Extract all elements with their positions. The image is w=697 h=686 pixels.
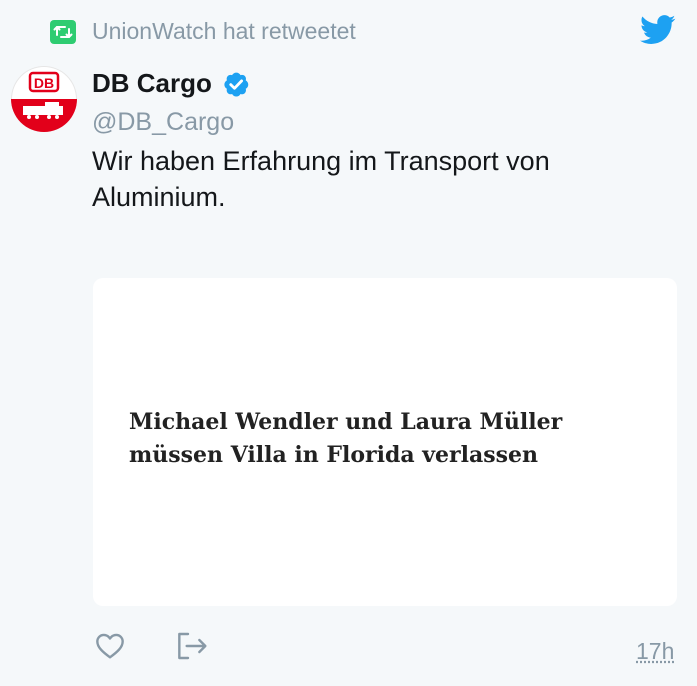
tweet-text: Wir haben Erfahrung im Transport von Alu… xyxy=(92,146,550,212)
author-handle[interactable]: @DB_Cargo xyxy=(92,106,234,138)
verified-badge-icon xyxy=(224,72,249,97)
link-card[interactable]: Michael Wendler und Laura Müller müssen … xyxy=(93,278,677,606)
timestamp-text[interactable]: 17h xyxy=(636,638,674,664)
share-icon[interactable] xyxy=(174,630,210,662)
db-logo-text: DB xyxy=(34,75,54,91)
author-name[interactable]: DB Cargo xyxy=(92,66,212,100)
timestamp[interactable]: 17h xyxy=(636,636,674,666)
heart-icon[interactable] xyxy=(94,630,126,662)
retweet-icon xyxy=(50,20,76,44)
avatar[interactable]: DB xyxy=(11,66,77,132)
twitter-bird-icon[interactable] xyxy=(640,14,676,46)
card-headline: Michael Wendler und Laura Müller müssen … xyxy=(129,409,563,468)
retweet-label[interactable]: UnionWatch hat retweetet xyxy=(92,16,356,46)
